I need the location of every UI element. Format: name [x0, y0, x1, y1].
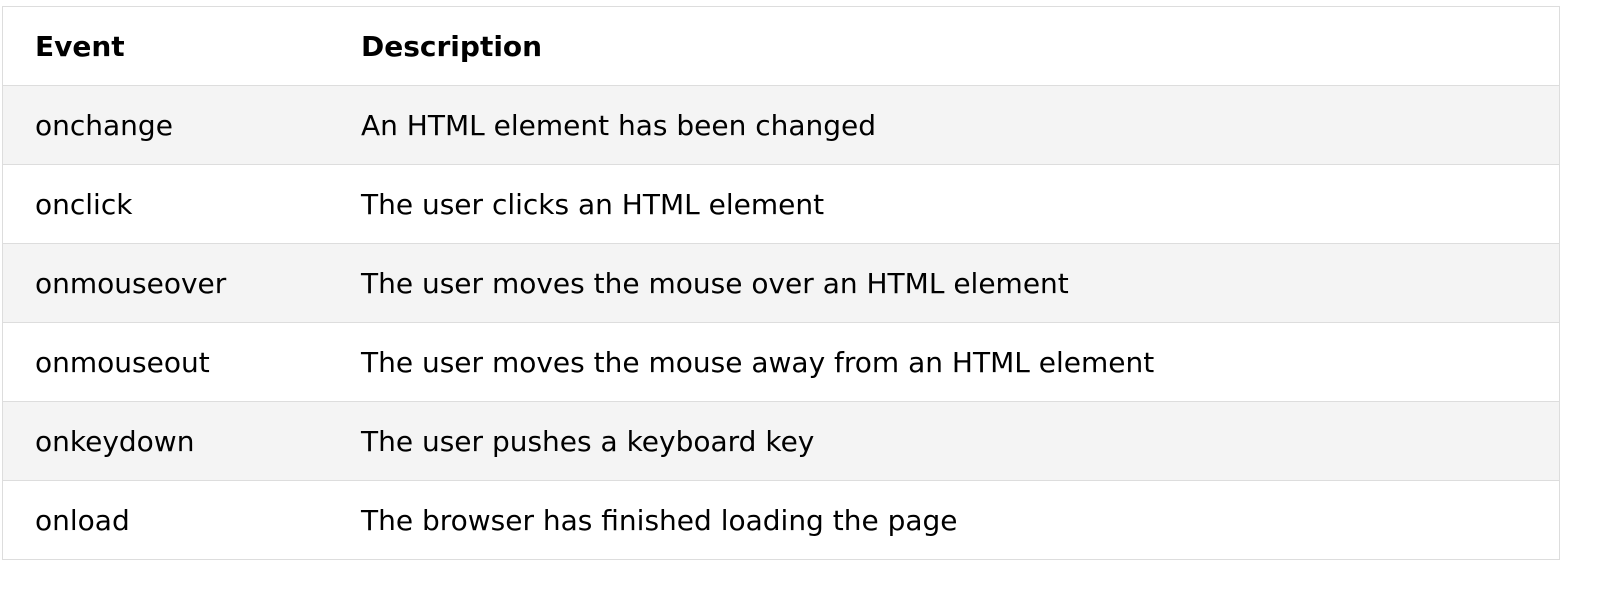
table-row: onmouseout The user moves the mouse away… — [3, 322, 1559, 402]
header-event: Event — [3, 7, 329, 86]
table-row: onload The browser has finished loading … — [3, 480, 1559, 559]
event-cell: onkeydown — [3, 401, 329, 481]
table-row: onchange An HTML element has been change… — [3, 85, 1559, 165]
description-cell: The user clicks an HTML element — [329, 164, 1559, 244]
description-cell: The user moves the mouse over an HTML el… — [329, 243, 1559, 323]
description-cell: The user moves the mouse away from an HT… — [329, 322, 1559, 402]
event-cell: onclick — [3, 164, 329, 244]
header-description: Description — [329, 7, 1559, 86]
event-cell: onchange — [3, 85, 329, 165]
description-cell: The browser has finished loading the pag… — [329, 480, 1559, 559]
event-cell: onmouseover — [3, 243, 329, 323]
events-table-container: Event Description onchange An HTML eleme… — [2, 6, 1560, 560]
description-cell: An HTML element has been changed — [329, 85, 1559, 165]
table-row: onkeydown The user pushes a keyboard key — [3, 401, 1559, 481]
event-cell: onload — [3, 480, 329, 559]
events-table: Event Description onchange An HTML eleme… — [3, 7, 1559, 559]
table-header-row: Event Description — [3, 7, 1559, 86]
table-row: onclick The user clicks an HTML element — [3, 164, 1559, 244]
event-cell: onmouseout — [3, 322, 329, 402]
table-row: onmouseover The user moves the mouse ove… — [3, 243, 1559, 323]
description-cell: The user pushes a keyboard key — [329, 401, 1559, 481]
